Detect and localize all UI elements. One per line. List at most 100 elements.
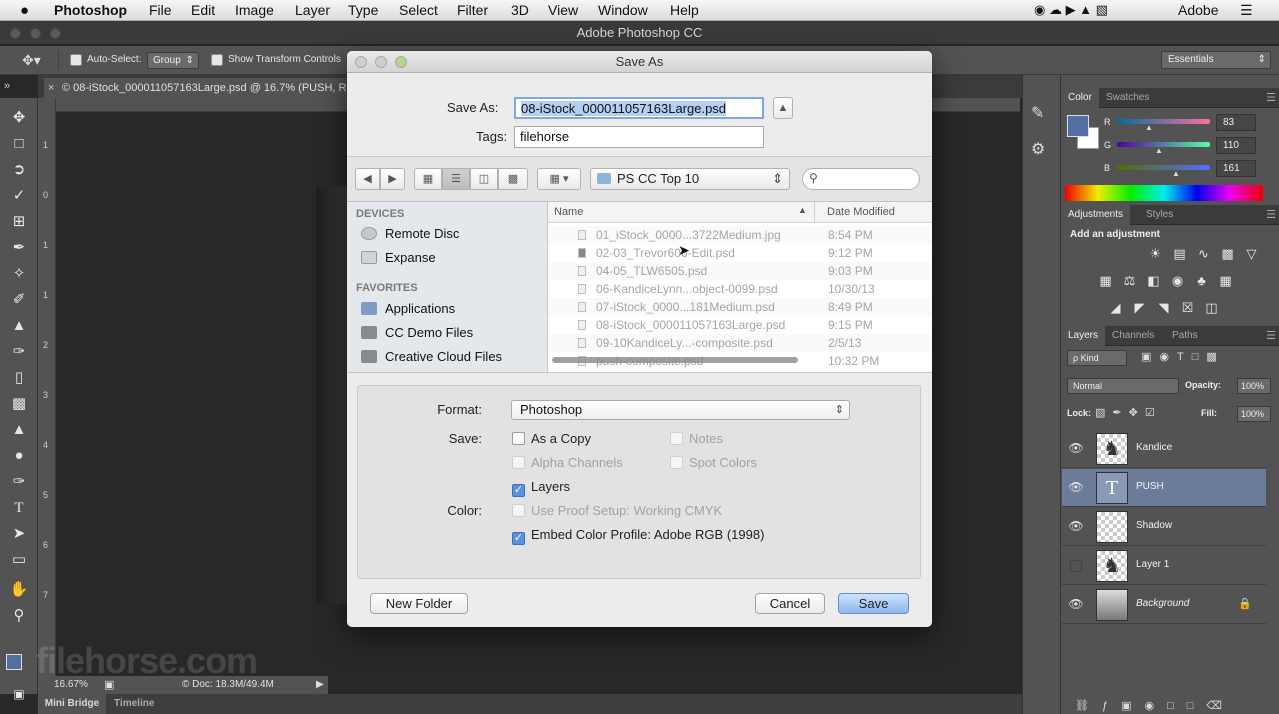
save-button[interactable]: Save [838, 593, 909, 614]
gradient-tool-icon[interactable]: ▩ [9, 394, 29, 414]
format-dropdown[interactable]: Photoshop ⇕ [511, 400, 850, 420]
arrange-button[interactable]: ▦ ▾ [537, 168, 581, 190]
spot-colors-checkbox[interactable]: Spot Colors [670, 455, 757, 470]
menu-edit[interactable]: Edit [191, 2, 215, 18]
file-row[interactable]: 01_iStock_0000...3722Medium.jpg 8:54 PM [548, 226, 932, 244]
list-view-button[interactable]: ☰ [442, 168, 470, 190]
alpha-channels-checkbox[interactable]: Alpha Channels [512, 455, 623, 470]
hue-saturation-icon[interactable]: ▦ [1097, 272, 1114, 289]
column-view-button[interactable]: ◫ [470, 168, 498, 190]
layer-row-kandice[interactable]: 👁 ♞ Kandice [1062, 430, 1266, 468]
menu-view[interactable]: View [548, 2, 578, 18]
menu-file[interactable]: File [149, 2, 172, 18]
curves-icon[interactable]: ∿ [1195, 245, 1212, 262]
visibility-eye-icon[interactable]: 👁 [1068, 480, 1084, 496]
show-transform-checkbox[interactable] [211, 54, 223, 66]
tab-paths[interactable]: Paths [1165, 326, 1205, 346]
visibility-eye-icon[interactable]: 👁 [1068, 519, 1084, 535]
channel-r-slider[interactable] [1117, 119, 1210, 124]
tags-input[interactable]: filehorse [514, 126, 764, 148]
move-tool-icon[interactable]: ✥▾ [22, 52, 41, 69]
lasso-tool-icon[interactable]: ➲ [9, 160, 29, 180]
pen-tool-icon[interactable]: ✑ [9, 472, 29, 492]
tab-color[interactable]: Color [1061, 88, 1099, 108]
file-row[interactable]: 09-10KandiceLy...-composite.psd 2/5/13 [548, 334, 932, 352]
dialog-close-button[interactable] [355, 56, 367, 68]
panel-menu-icon[interactable]: ☰ [1266, 329, 1276, 342]
layer-row-push[interactable]: 👁 T PUSH [1062, 469, 1266, 507]
sidebar-item-creative-cloud-files[interactable]: Creative Cloud Files [361, 346, 502, 368]
coverflow-view-button[interactable]: ▩ [498, 168, 528, 190]
menu-type[interactable]: Type [348, 2, 378, 18]
auto-select-checkbox[interactable] [70, 54, 82, 66]
eraser-tool-icon[interactable]: ▯ [9, 368, 29, 388]
foreground-color-swatch[interactable] [6, 654, 22, 670]
file-row[interactable]: 02-03_Trevor606-Edit.psd 9:12 PM [548, 244, 932, 262]
threshold-icon[interactable]: ◥ [1155, 299, 1172, 316]
tab-mini-bridge[interactable]: Mini Bridge [38, 694, 106, 714]
menu-help[interactable]: Help [670, 2, 699, 18]
healing-tool-icon[interactable]: ✧ [9, 264, 29, 284]
layer-row-background[interactable]: 👁 Background 🔒 [1062, 586, 1266, 624]
blend-mode-dropdown[interactable]: Normal [1067, 378, 1179, 394]
status-menu-arrow-icon[interactable]: ▶ [316, 676, 324, 694]
horizontal-scrollbar[interactable] [552, 357, 798, 363]
channel-g-value[interactable]: 110 [1216, 137, 1256, 154]
selective-color-icon[interactable]: ☒ [1179, 299, 1196, 316]
zoom-tool-icon[interactable]: ⚲ [9, 606, 29, 626]
file-row[interactable]: 08-iStock_000011057163Large.psd 9:15 PM [548, 316, 932, 334]
status-share-icon[interactable]: ▣ [104, 676, 114, 694]
menu-layer[interactable]: Layer [295, 2, 330, 18]
menu-image[interactable]: Image [235, 2, 274, 18]
forward-button[interactable]: ▶ [380, 168, 405, 190]
close-doc-icon[interactable]: × [48, 78, 54, 98]
file-row[interactable]: 07-iStock_0000...181Medium.psd 8:49 PM [548, 298, 932, 316]
panel-menu-icon[interactable]: ☰ [1266, 208, 1276, 221]
posterize-icon[interactable]: ◤ [1131, 299, 1148, 316]
tab-adjustments[interactable]: Adjustments [1061, 205, 1131, 225]
invert-icon[interactable]: ◢ [1107, 299, 1124, 316]
layer-kind-filter[interactable]: ρ Kind [1067, 350, 1127, 366]
sidebar-item-expanse[interactable]: Expanse [361, 247, 436, 269]
photo-filter-icon[interactable]: ◉ [1169, 272, 1186, 289]
fill-input[interactable]: 100% [1237, 406, 1271, 422]
eyedropper-tool-icon[interactable]: ✒ [9, 238, 29, 258]
filename-input[interactable]: 08-iStock_000011057163Large.psd [514, 97, 764, 119]
exposure-icon[interactable]: ▩ [1219, 245, 1236, 262]
sidebar-item-remote-disc[interactable]: Remote Disc [361, 223, 459, 245]
slider-handle-icon[interactable]: ▲ [1155, 146, 1163, 155]
quick-mask-icon[interactable]: ▣ [9, 684, 29, 704]
panel-menu-icon[interactable]: ☰ [1266, 91, 1276, 104]
menu-filter[interactable]: Filter [457, 2, 488, 18]
color-lookup-icon[interactable]: ▦ [1217, 272, 1234, 289]
foreground-color[interactable] [1067, 115, 1089, 137]
embed-color-profile-checkbox[interactable]: ✓ Embed Color Profile: Adobe RGB (1998) [512, 527, 764, 545]
zoom-level[interactable]: 16.67% [54, 676, 88, 694]
dialog-zoom-button[interactable] [395, 56, 407, 68]
visibility-eye-icon[interactable]: 👁 [1068, 597, 1084, 613]
file-row[interactable]: 06-KandiceLynn...object-0099.psd 10/30/13 [548, 280, 932, 298]
channel-mixer-icon[interactable]: ♣ [1193, 272, 1210, 289]
black-white-icon[interactable]: ◧ [1145, 272, 1162, 289]
crop-tool-icon[interactable]: ⊞ [9, 212, 29, 232]
layer-row-shadow[interactable]: 👁 Shadow [1062, 508, 1266, 546]
slider-handle-icon[interactable]: ▲ [1172, 169, 1180, 178]
sidebar-item-applications[interactable]: Applications [361, 298, 455, 320]
channel-b-value[interactable]: 161 [1216, 160, 1256, 177]
move-tool-icon[interactable]: ✥ [9, 108, 29, 128]
channel-g-slider[interactable] [1117, 142, 1210, 147]
shape-tool-icon[interactable]: ▭ [9, 550, 29, 570]
menu-select[interactable]: Select [399, 2, 438, 18]
app-menu[interactable]: Photoshop [54, 2, 127, 18]
slider-handle-icon[interactable]: ▲ [1145, 123, 1153, 132]
menu-window[interactable]: Window [598, 2, 648, 18]
dialog-minimize-button[interactable] [375, 56, 387, 68]
apple-menu-icon[interactable]: ● [20, 2, 29, 19]
dodge-tool-icon[interactable]: ● [9, 446, 29, 466]
layers-checkbox[interactable]: ✓ Layers [512, 479, 570, 497]
as-a-copy-checkbox[interactable]: As a Copy [512, 431, 591, 446]
levels-icon[interactable]: ▤ [1171, 245, 1188, 262]
color-spectrum[interactable] [1065, 185, 1263, 201]
new-folder-button[interactable]: New Folder [370, 593, 468, 614]
type-tool-icon[interactable]: T [9, 498, 29, 518]
